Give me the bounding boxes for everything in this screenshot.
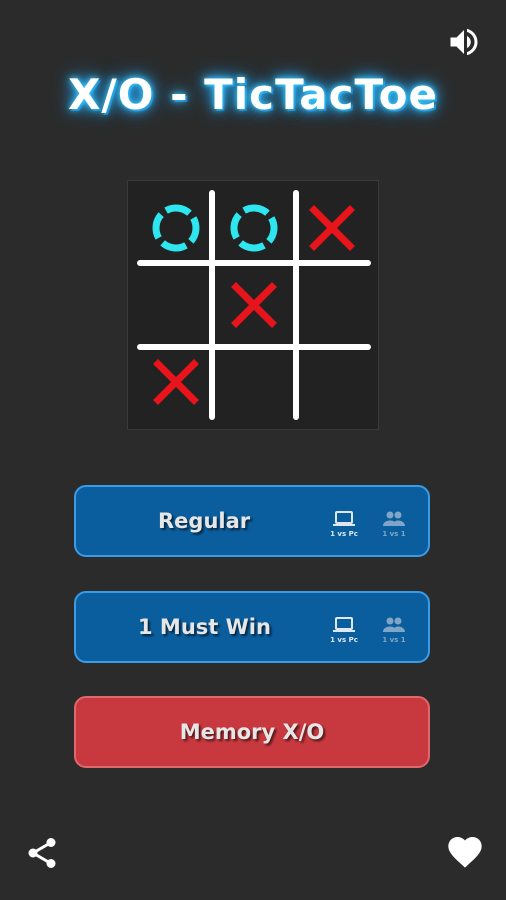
favorite-button[interactable]	[444, 832, 486, 872]
o-mark	[152, 204, 200, 252]
option-caption: 1 vs Pc	[330, 636, 358, 644]
share-button[interactable]	[24, 835, 60, 871]
memory-xo-mode-button[interactable]: Memory X/O	[74, 696, 430, 768]
mode-label: 1 Must Win	[138, 615, 271, 639]
must-win-1-vs-pc-option[interactable]: 1 vs Pc	[324, 615, 364, 651]
o-mark	[230, 204, 278, 252]
one-must-win-mode-button[interactable]: 1 Must Win 1 vs Pc 1 vs 1	[74, 591, 430, 663]
sound-toggle-button[interactable]	[446, 24, 482, 60]
share-icon	[28, 838, 56, 868]
regular-1-vs-1-option[interactable]: 1 vs 1	[374, 509, 414, 545]
option-caption: 1 vs 1	[382, 636, 406, 644]
people-icon	[383, 511, 405, 526]
regular-mode-button[interactable]: Regular 1 vs Pc 1 vs 1	[74, 485, 430, 557]
must-win-1-vs-1-option[interactable]: 1 vs 1	[374, 615, 414, 651]
option-caption: 1 vs 1	[382, 530, 406, 538]
tictactoe-board-preview	[127, 180, 379, 430]
volume-icon	[450, 28, 478, 56]
board-graphic	[137, 190, 371, 420]
heart-icon	[448, 837, 482, 868]
regular-1-vs-pc-option[interactable]: 1 vs Pc	[324, 509, 364, 545]
people-icon	[383, 617, 405, 632]
mode-label: Regular	[158, 509, 251, 533]
laptop-icon	[333, 617, 355, 632]
option-caption: 1 vs Pc	[330, 530, 358, 538]
mode-label: Memory X/O	[179, 720, 325, 744]
main-menu-screen: X/O - TicTacToe Regular 1 vs Pc 1 vs 1 1…	[0, 0, 506, 900]
app-title: X/O - TicTacToe	[68, 70, 438, 119]
laptop-icon	[333, 511, 355, 526]
